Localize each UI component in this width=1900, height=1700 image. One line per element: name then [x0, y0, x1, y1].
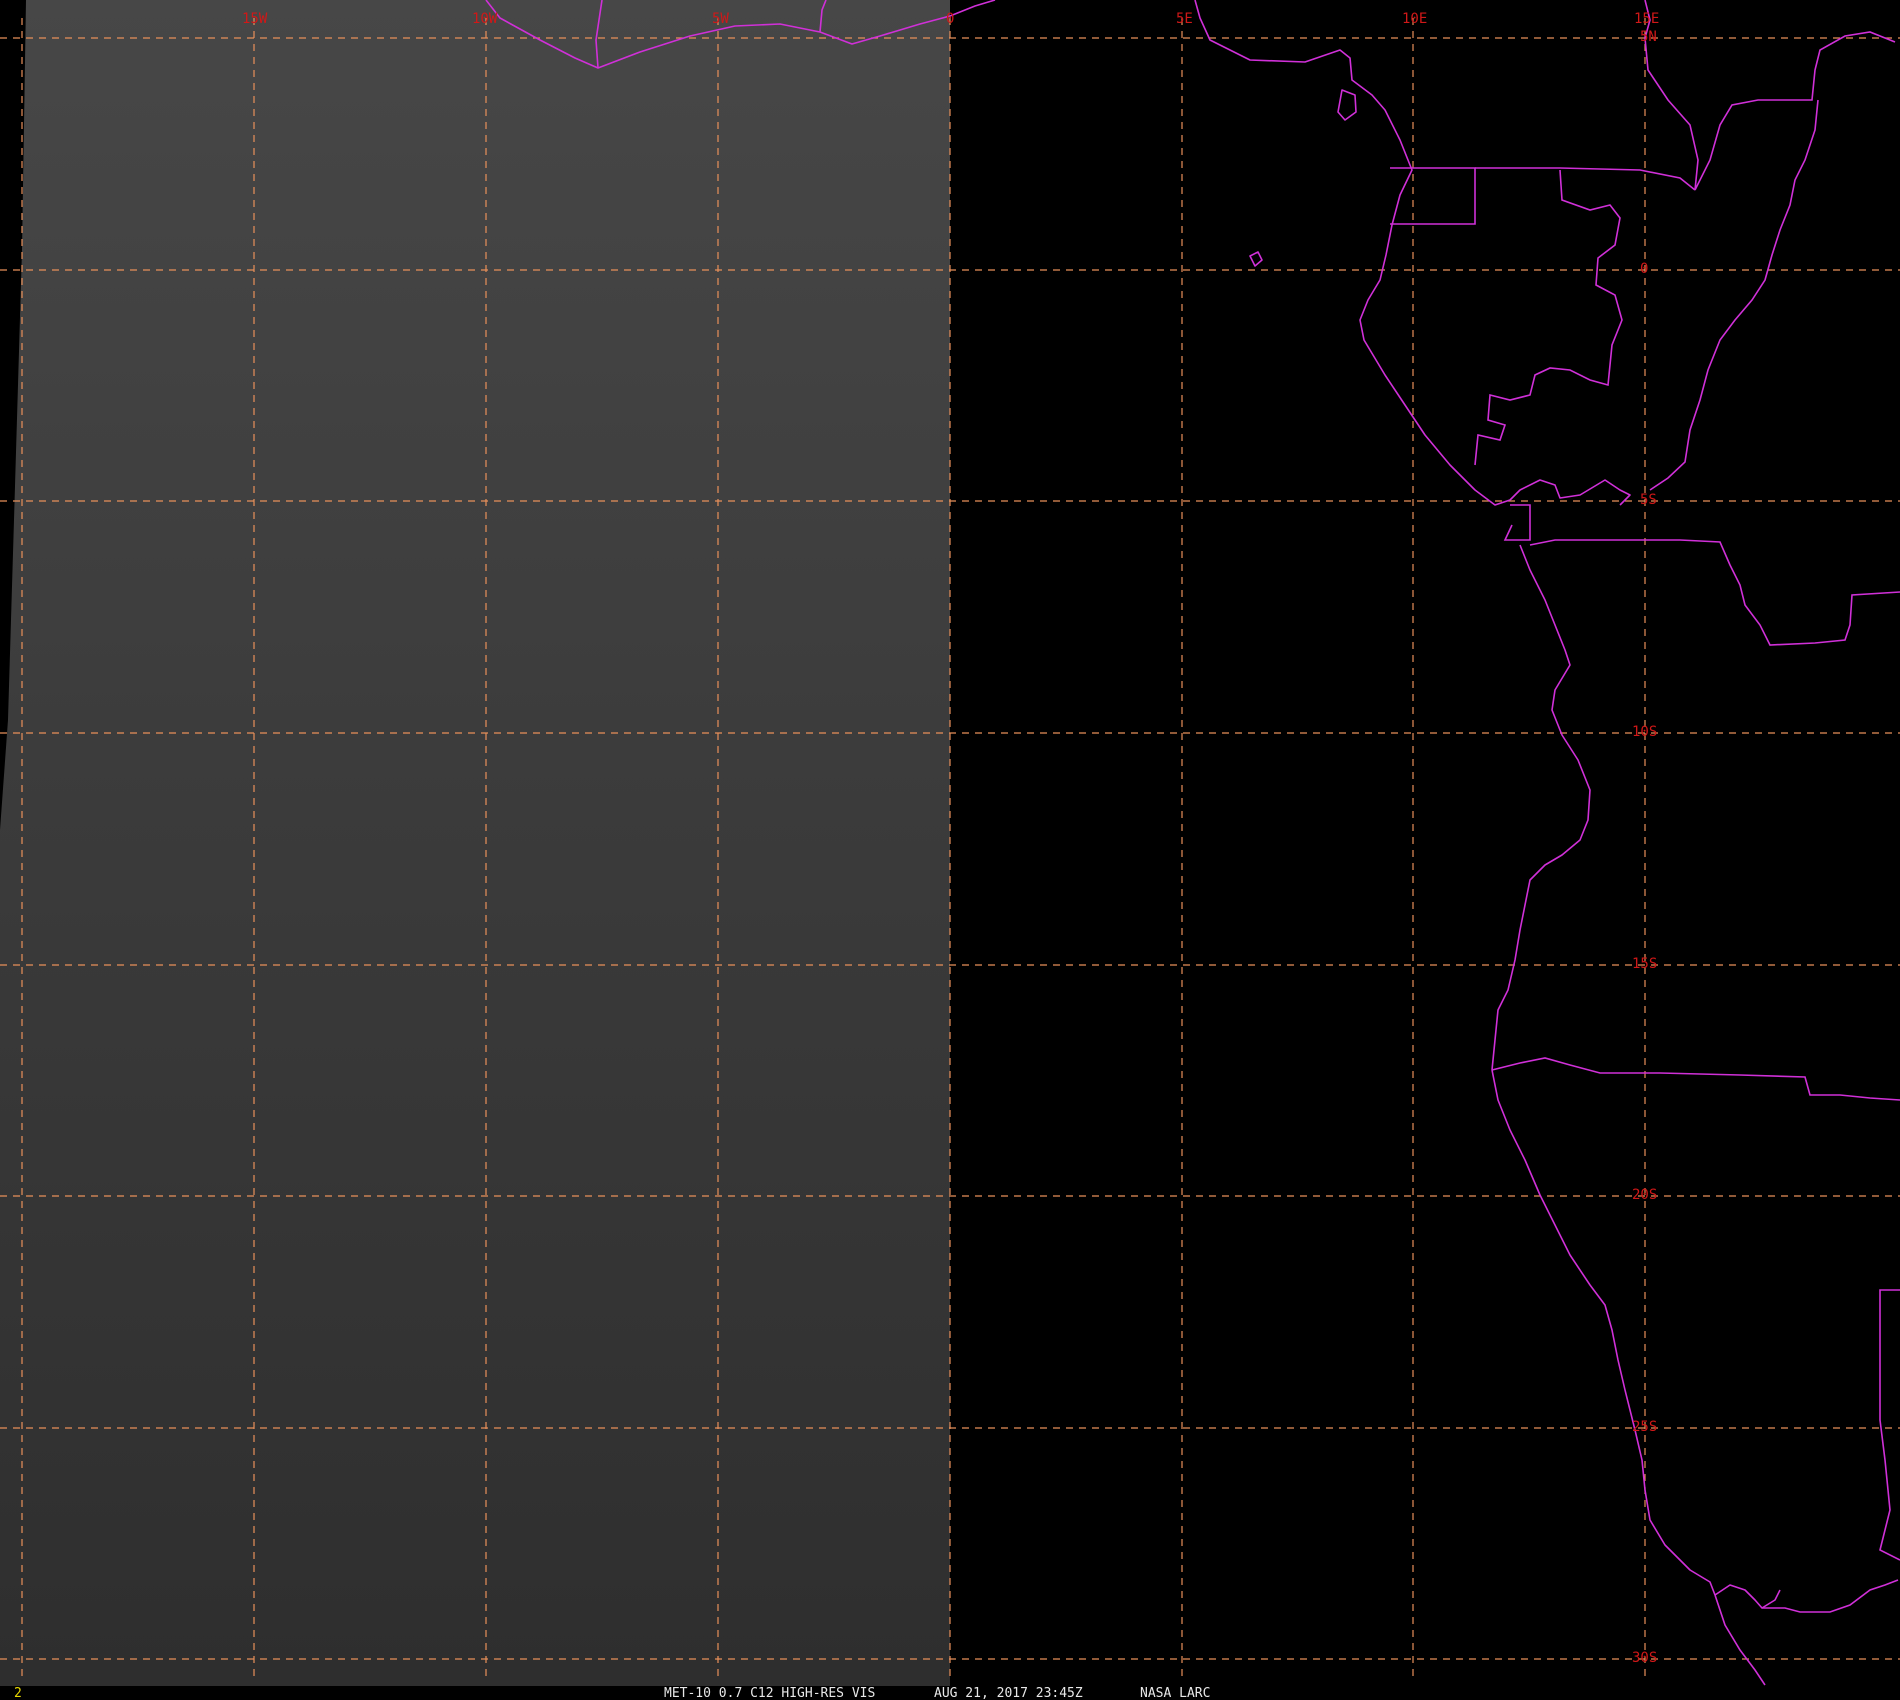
lon-label-15w: 15W [242, 11, 268, 27]
sao-tome-island [1249, 251, 1263, 267]
image-caption: 2 MET-10 0.7 C12 HIGH-RES VIS AUG 21, 20… [14, 1686, 1210, 1700]
lat-label-5s: 5S [1640, 492, 1657, 508]
lon-label-0: 0 [946, 11, 954, 27]
cabinda-enclave [1503, 504, 1531, 541]
equatorial-guinea-border [1390, 167, 1476, 225]
lon-label-15e: 15E [1634, 11, 1659, 27]
lon-label-10w: 10W [472, 11, 498, 27]
frame-number: 2 [14, 1686, 22, 1700]
angola-namibia-border [1491, 1057, 1900, 1101]
lat-label-25s: 25S [1632, 1419, 1657, 1435]
car-border [1644, 31, 1896, 191]
lon-label-5w: 5W [712, 11, 729, 27]
lat-label-10s: 10S [1632, 724, 1657, 740]
south-africa-border [1714, 1594, 1766, 1686]
lat-label-30s: 30S [1632, 1650, 1657, 1666]
image-timestamp: AUG 21, 2017 23:45Z [934, 1686, 1083, 1700]
congo-drc-border [1649, 99, 1819, 491]
daylit-imagery-region [0, 0, 950, 1686]
cameroon-coast [1194, 0, 1511, 506]
namibia-coast [1491, 1069, 1716, 1596]
angola-coast [1491, 544, 1591, 1071]
lat-label-5n: 5N [1640, 29, 1657, 45]
product-name: MET-10 0.7 C12 HIGH-RES VIS [664, 1686, 875, 1700]
latitude-labels: 5N 0 5S 10S 15S 20S 25S 30S [1632, 29, 1657, 1666]
lon-label-10e: 10E [1402, 11, 1427, 27]
data-source: NASA LARC [1140, 1686, 1210, 1700]
gabon-congo-border [1474, 169, 1623, 466]
satellite-map: 15W 10W 5W 0 5E 10E 15E 5N 0 5S 10S 15S … [0, 0, 1900, 1700]
lat-label-15s: 15S [1632, 956, 1657, 972]
orange-river-border [1762, 1579, 1899, 1613]
bioko-island [1337, 89, 1357, 121]
lon-label-5e: 5E [1176, 11, 1193, 27]
south-africa-coast [1714, 1584, 1781, 1609]
namibia-botswana-border [1879, 1289, 1900, 1561]
lat-label-0: 0 [1640, 261, 1648, 277]
angola-drc-border [1529, 539, 1900, 646]
lat-label-20s: 20S [1632, 1187, 1657, 1203]
cameroon-gabon-border [1475, 167, 1696, 191]
